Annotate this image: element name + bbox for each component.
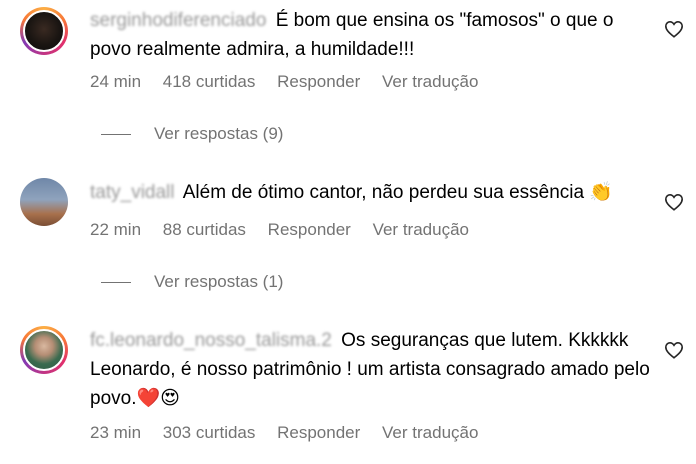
replies-divider <box>101 133 131 136</box>
timestamp: 22 min <box>90 220 142 239</box>
view-replies-label: Ver respostas (1) <box>154 272 284 291</box>
reply-button[interactable]: Responder <box>277 423 360 442</box>
avatar[interactable] <box>20 7 68 55</box>
timestamp: 23 min <box>90 423 142 442</box>
view-replies-button[interactable]: Ver respostas (9) <box>101 124 283 144</box>
reply-button[interactable]: Responder <box>268 220 351 239</box>
timestamp: 24 min <box>90 72 142 91</box>
reply-button[interactable]: Responder <box>277 72 360 91</box>
likes-count[interactable]: 418 curtidas <box>163 72 256 91</box>
translate-button[interactable]: Ver tradução <box>382 72 478 91</box>
comment-text-block: serginhodiferenciado É bom que ensina os… <box>90 6 650 64</box>
translate-button[interactable]: Ver tradução <box>373 220 469 239</box>
view-replies-button[interactable]: Ver respostas (1) <box>101 272 283 292</box>
username[interactable]: fc.leonardo_nosso_talisma.2 <box>90 330 332 351</box>
comment-text: Além de ótimo cantor, não perdeu sua ess… <box>182 182 614 203</box>
heart-icon[interactable] <box>664 193 684 211</box>
comment-text-block: fc.leonardo_nosso_talisma.2 Os segurança… <box>90 326 650 413</box>
view-replies-label: Ver respostas (9) <box>154 124 284 143</box>
replies-divider <box>101 281 131 284</box>
translate-button[interactable]: Ver tradução <box>382 423 478 442</box>
comment-meta: 23 min 303 curtidas Responder Ver traduç… <box>90 423 495 443</box>
heart-icon[interactable] <box>664 341 684 359</box>
comment-meta: 22 min 88 curtidas Responder Ver traduçã… <box>90 220 486 240</box>
username[interactable]: taty_vidall <box>90 182 175 203</box>
likes-count[interactable]: 303 curtidas <box>163 423 256 442</box>
likes-count[interactable]: 88 curtidas <box>163 220 246 239</box>
comment-text-block: taty_vidall Além de ótimo cantor, não pe… <box>90 178 650 207</box>
avatar[interactable] <box>20 326 68 374</box>
heart-icon[interactable] <box>664 20 684 38</box>
comment-meta: 24 min 418 curtidas Responder Ver traduç… <box>90 72 495 92</box>
username[interactable]: serginhodiferenciado <box>90 10 266 31</box>
avatar[interactable] <box>20 178 68 226</box>
